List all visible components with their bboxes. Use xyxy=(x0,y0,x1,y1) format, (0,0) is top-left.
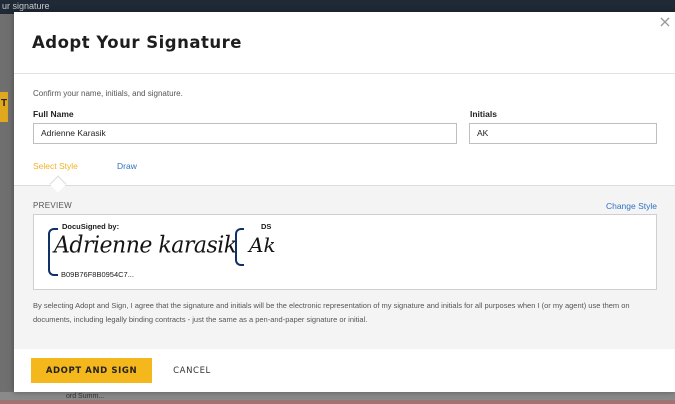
signature-script: Adrienne karasik xyxy=(54,232,237,259)
full-name-input[interactable]: Adrienne Karasik xyxy=(33,123,457,144)
initials-input[interactable]: AK xyxy=(469,123,657,144)
initials-label: Initials xyxy=(470,109,497,119)
background-topbar-text: ur signature xyxy=(2,1,50,11)
signature-frame: DocuSigned by: Adrienne karasik B09B76F8… xyxy=(48,222,237,281)
signature-frame-header: DocuSigned by: xyxy=(62,222,120,231)
preview-label: PREVIEW xyxy=(33,201,72,210)
cancel-button[interactable]: CANCEL xyxy=(164,358,220,383)
tab-draw[interactable]: Draw xyxy=(117,161,137,171)
initials-frame: DS Ak xyxy=(235,222,315,281)
change-style-link[interactable]: Change Style xyxy=(606,201,657,211)
style-tabs: Select Style Draw xyxy=(14,150,675,186)
background-bottom-rule xyxy=(0,400,675,404)
modal-title: Adopt Your Signature xyxy=(32,33,242,52)
legal-disclaimer: By selecting Adopt and Sign, I agree tha… xyxy=(33,301,630,324)
initials-frame-bracket xyxy=(235,228,244,266)
initials-script: Ak xyxy=(249,233,276,257)
close-icon[interactable]: × xyxy=(657,14,673,30)
tab-select-style[interactable]: Select Style xyxy=(33,161,78,171)
preview-section: PREVIEW Change Style DocuSigned by: Adri… xyxy=(14,186,675,349)
modal-header: Adopt Your Signature xyxy=(14,12,675,74)
background-bottom-text: ord Summ... xyxy=(66,393,105,400)
initials-frame-header: DS xyxy=(261,222,272,231)
signature-envelope-id: B09B76F8B0954C7... xyxy=(61,270,134,279)
full-name-label: Full Name xyxy=(33,109,74,119)
background-left-tab-text: T xyxy=(1,98,8,109)
adopt-and-sign-button[interactable]: ADOPT AND SIGN xyxy=(31,358,152,383)
signature-preview-box: DocuSigned by: Adrienne karasik B09B76F8… xyxy=(33,214,657,290)
instructions-text: Confirm your name, initials, and signatu… xyxy=(33,89,183,98)
adopt-signature-modal: Adopt Your Signature × Confirm your name… xyxy=(14,12,675,392)
modal-footer: ADOPT AND SIGN CANCEL xyxy=(14,349,675,392)
